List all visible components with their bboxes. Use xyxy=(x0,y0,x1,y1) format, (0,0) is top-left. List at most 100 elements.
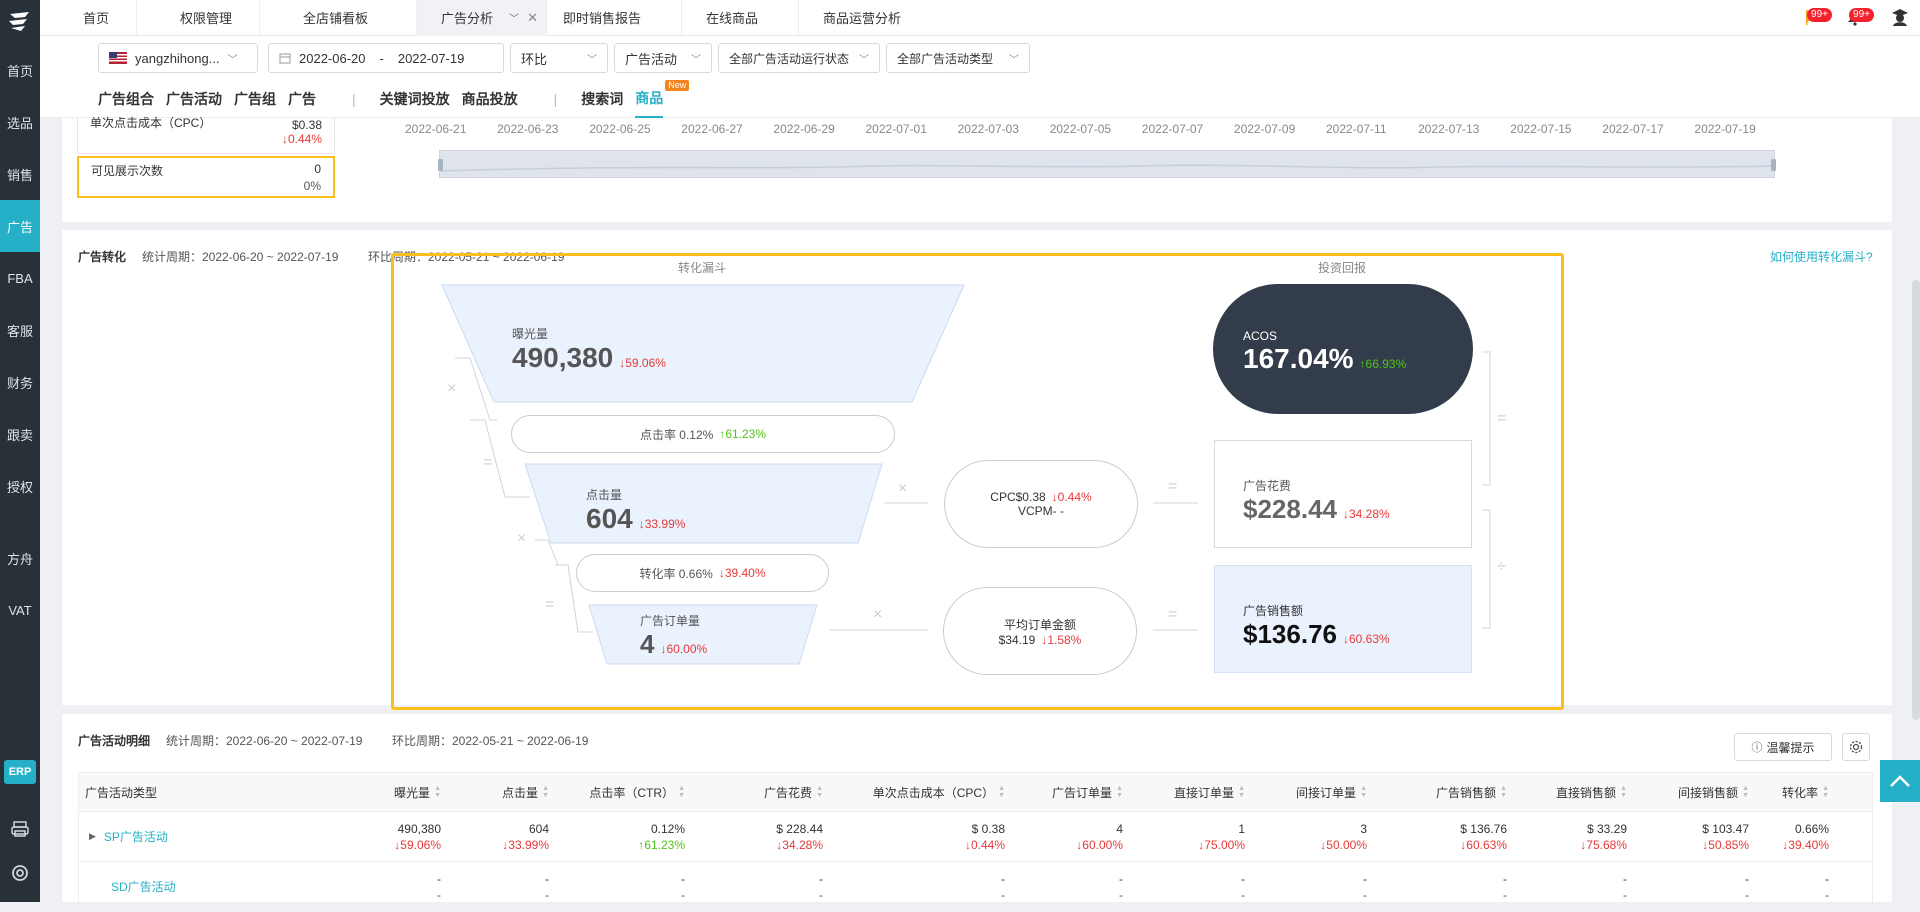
ctr-pill: 点击率 0.12% ↑61.23% xyxy=(511,415,895,453)
cell-change: - xyxy=(681,887,685,902)
table-cell: 604 ↓33.99% xyxy=(447,812,555,861)
impressions-label: 曝光量 xyxy=(512,327,549,341)
campaign-type-link[interactable]: SD广告活动 xyxy=(111,878,176,895)
sort-icon[interactable]: ▲ ▼ xyxy=(678,785,685,799)
cell-change: - xyxy=(437,887,441,902)
cell-value: 490,380 xyxy=(397,821,441,836)
table-cell: -- xyxy=(1513,862,1633,911)
tip-button[interactable]: ⓘ 温馨提示 xyxy=(1734,733,1832,761)
sort-icon[interactable]: ▲ ▼ xyxy=(434,785,441,799)
equals-operator: = xyxy=(1497,410,1507,427)
cell-change: - xyxy=(1363,887,1367,902)
column-header-label: 点击量 xyxy=(502,785,539,800)
column-header[interactable]: 广告花费 ▲ ▼ xyxy=(691,773,829,811)
cell-change: - xyxy=(545,887,549,902)
equals-operator: = xyxy=(1168,478,1178,495)
cell-change: - xyxy=(1503,887,1507,902)
sort-icon[interactable]: ▲ ▼ xyxy=(1620,785,1627,799)
ctr-change: ↑61.23% xyxy=(719,427,767,441)
column-header[interactable]: 间接销售额 ▲ ▼ xyxy=(1633,773,1755,811)
acos-label: ACOS xyxy=(1243,329,1278,343)
orders-label: 广告订单量 xyxy=(640,614,701,628)
cell-change: ↓60.63% xyxy=(1460,837,1507,852)
table-cell: $ 0.38 ↓0.44% xyxy=(829,812,1011,861)
table-body: ▶ SP广告活动 490,380 ↓59.06% 604 ↓33.99% 0.12% ↑61.… xyxy=(78,812,1873,912)
page-scrollbar[interactable] xyxy=(1912,280,1920,720)
column-header[interactable]: 点击量 ▲ ▼ xyxy=(447,773,555,811)
cell-value: $ 103.47 xyxy=(1702,821,1749,836)
column-header[interactable]: 直接订单量 ▲ ▼ xyxy=(1129,773,1251,811)
table-cell: 1 ↓75.00% xyxy=(1129,812,1251,861)
column-header[interactable]: 转化率 ▲ ▼ xyxy=(1755,773,1835,811)
table-cell: -- xyxy=(447,862,555,911)
table-cell: 3 ↓50.00% xyxy=(1251,812,1373,861)
table-cell: 0.12% ↑61.23% xyxy=(555,812,691,861)
equals-operator: = xyxy=(483,454,493,471)
sort-icon[interactable]: ▲ ▼ xyxy=(1822,785,1829,799)
cell-value: 0.66% xyxy=(1794,821,1829,836)
impressions-block: 曝光量 490,380 ↓59.06% xyxy=(512,325,666,374)
settings-button[interactable] xyxy=(1842,733,1870,761)
column-header[interactable]: 单次点击成本（CPC） ▲ ▼ xyxy=(829,773,1011,811)
cell-value: - xyxy=(819,871,823,886)
back-to-top-button[interactable] xyxy=(1880,760,1920,802)
orders-block: 广告订单量 4 ↓60.00% xyxy=(640,612,707,660)
cell-change: - xyxy=(1001,887,1005,902)
cell-change: ↓0.44% xyxy=(964,837,1005,852)
table-cell: -- xyxy=(1633,862,1755,911)
column-header[interactable]: 广告订单量 ▲ ▼ xyxy=(1011,773,1129,811)
cell-change: ↓50.85% xyxy=(1702,837,1749,852)
detail-period: 统计周期：2022-06-20 ~ 2022-07-19 xyxy=(166,734,363,748)
cell-value: - xyxy=(1745,871,1749,886)
clicks-block: 点击量 604 ↓33.99% xyxy=(586,486,685,535)
column-header[interactable]: 广告销售额 ▲ ▼ xyxy=(1373,773,1513,811)
sort-icon[interactable]: ▲ ▼ xyxy=(1742,785,1749,799)
table-cell: $ 33.29 ↓75.68% xyxy=(1513,812,1633,861)
sort-icon[interactable]: ▲ ▼ xyxy=(816,785,823,799)
cell-change: ↓60.00% xyxy=(1076,837,1123,852)
cell-value: - xyxy=(437,871,441,886)
spend-label: 广告花费 xyxy=(1243,479,1292,493)
cell-value: 0.12% xyxy=(650,821,685,836)
table-cell: $ 103.47 ↓50.85% xyxy=(1633,812,1755,861)
equals-operator: = xyxy=(545,596,555,613)
times-operator: × xyxy=(517,530,527,547)
aov-label: 平均订单金额 xyxy=(1003,617,1076,632)
sort-icon[interactable]: ▲ ▼ xyxy=(542,785,549,799)
campaign-detail-table: 广告活动类型 曝光量 ▲ ▼ 点击量 ▲ ▼ 点击率（CTR） ▲ ▼ 广告花费 ▲ ▼ 单次点击成本（C… xyxy=(78,772,1873,912)
table-cell: $ 228.44 ↓34.28% xyxy=(691,812,829,861)
table-cell: -- xyxy=(1373,862,1513,911)
expand-icon[interactable]: ▶ xyxy=(89,831,96,842)
sort-icon[interactable]: ▲ ▼ xyxy=(1360,785,1367,799)
cell-value: $ 136.76 xyxy=(1460,821,1507,836)
table-row: SD广告活动 - - - - - - - - - - - - - - - - - - - - - - - - xyxy=(78,862,1873,912)
sort-icon[interactable]: ▲ ▼ xyxy=(1238,785,1245,799)
cell-value: - xyxy=(1363,871,1367,886)
table-header: 广告活动类型 曝光量 ▲ ▼ 点击量 ▲ ▼ 点击率（CTR） ▲ ▼ 广告花费 ▲ ▼ 单次点击成本（C… xyxy=(78,772,1873,812)
column-header[interactable]: 曝光量 ▲ ▼ xyxy=(339,773,447,811)
acos-value: 167.04% xyxy=(1243,343,1354,374)
campaign-type-cell: ▶ SP广告活动 xyxy=(79,812,339,861)
sales-label: 广告销售额 xyxy=(1243,604,1304,618)
column-header[interactable]: 直接销售额 ▲ ▼ xyxy=(1513,773,1633,811)
acos-card: ACOS 167.04% ↑66.93% xyxy=(1213,284,1473,414)
cvr-label: 转化率 0.66% xyxy=(639,566,713,581)
cell-change: ↓39.40% xyxy=(1782,837,1829,852)
cell-value: 3 xyxy=(1360,821,1367,836)
sort-icon[interactable]: ▲ ▼ xyxy=(1500,785,1507,799)
cell-change: - xyxy=(1241,887,1245,902)
sort-icon[interactable]: ▲ ▼ xyxy=(1116,785,1123,799)
column-header[interactable]: 点击率（CTR） ▲ ▼ xyxy=(555,773,691,811)
cell-change: - xyxy=(1119,887,1123,902)
sort-icon[interactable]: ▲ ▼ xyxy=(998,785,1005,799)
equals-operator: = xyxy=(1168,606,1178,623)
cell-value: 1 xyxy=(1238,821,1245,836)
campaign-type-link[interactable]: SP广告活动 xyxy=(104,828,168,845)
impressions-change: ↓59.06% xyxy=(619,356,666,370)
gear-icon xyxy=(1849,740,1863,754)
cpc-oval: CPC$0.38 ↓0.44% VCPM- - xyxy=(944,460,1138,548)
sales-change: ↓60.63% xyxy=(1342,632,1390,646)
clicks-value: 604 xyxy=(586,503,633,534)
campaign-type-cell: SD广告活动 xyxy=(79,862,339,911)
column-header[interactable]: 间接订单量 ▲ ▼ xyxy=(1251,773,1373,811)
